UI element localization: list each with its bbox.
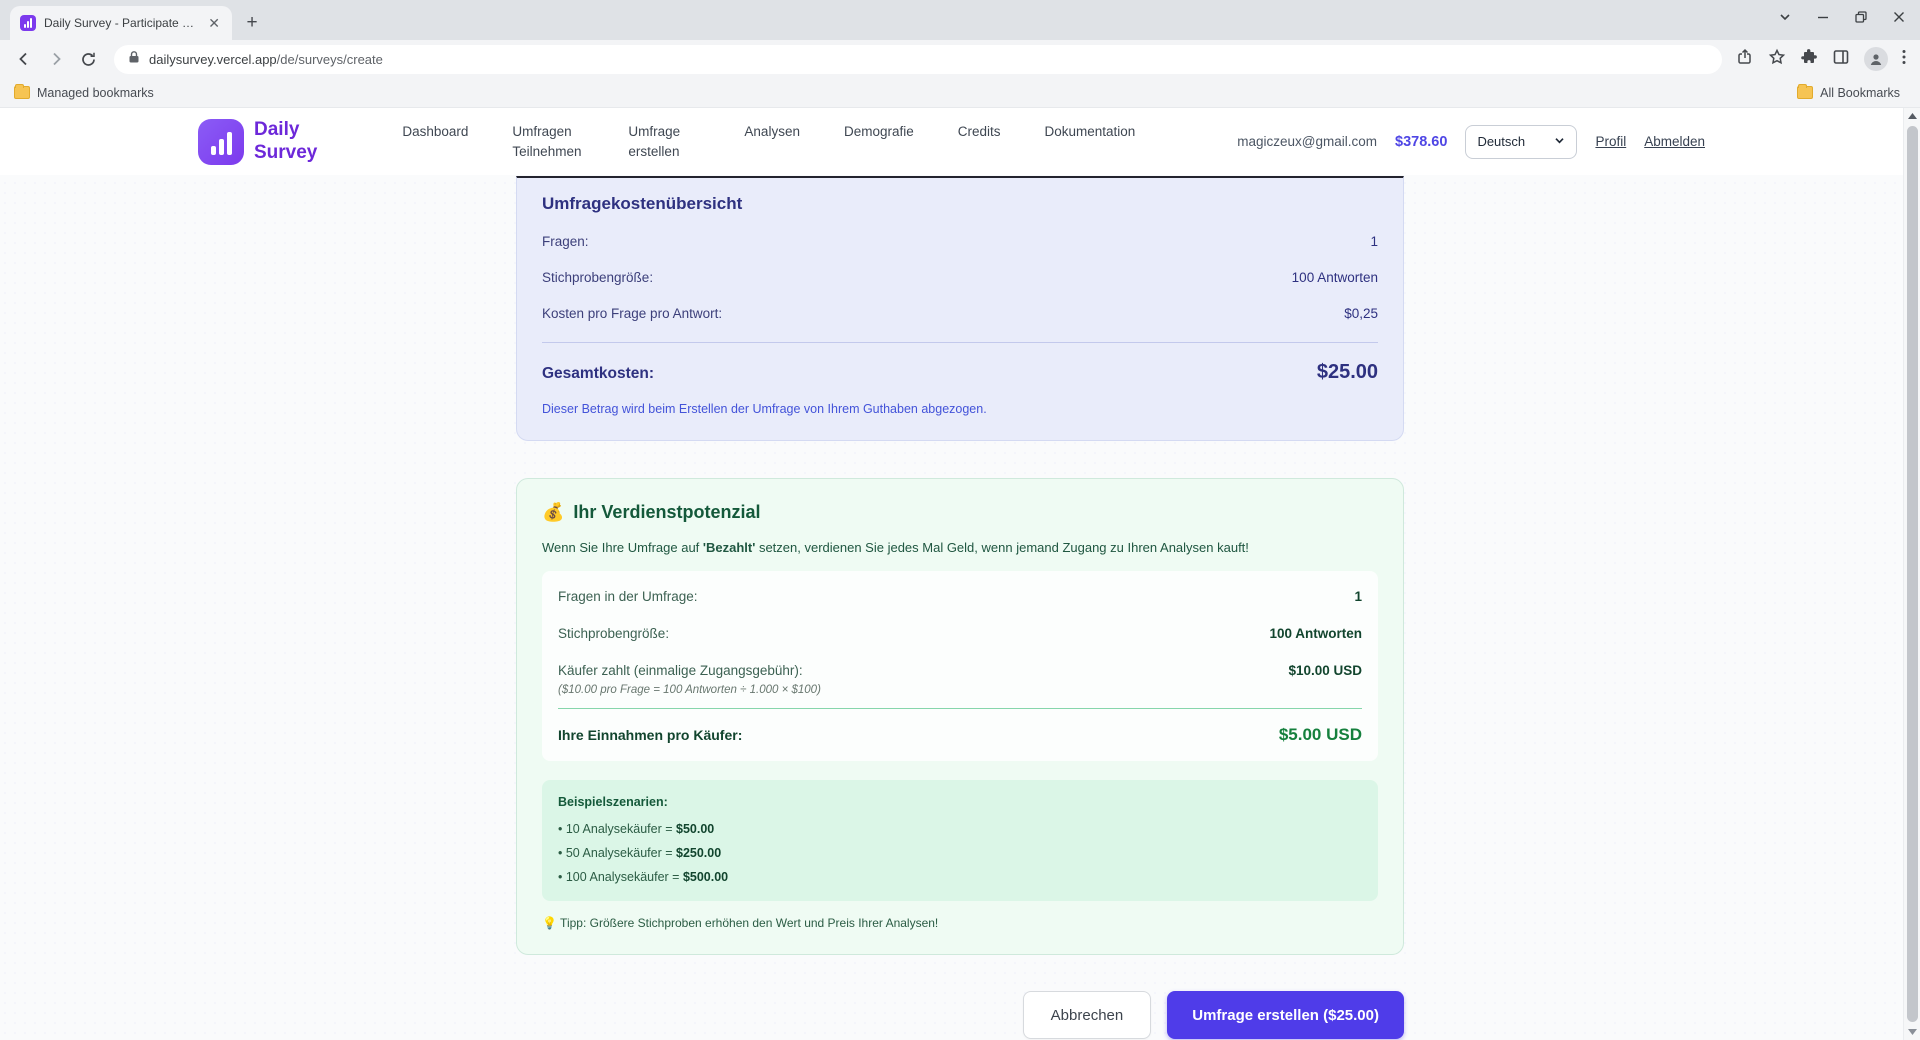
earn-row-questions: Fragen in der Umfrage: 1 — [558, 589, 1362, 604]
forward-icon[interactable] — [42, 45, 70, 73]
brand-chart-icon — [198, 119, 244, 165]
content-column: Umfragekostenübersicht Fragen: 1 Stichpr… — [516, 175, 1404, 1039]
profile-link[interactable]: Profil — [1595, 134, 1626, 149]
share-icon[interactable] — [1736, 48, 1754, 71]
cost-summary-card: Umfragekostenübersicht Fragen: 1 Stichpr… — [516, 176, 1404, 441]
page-scrollbar[interactable] — [1903, 108, 1920, 1040]
browser-tab[interactable]: Daily Survey - Participate & Earn ✕ — [10, 6, 232, 40]
total-cost-value: $25.00 — [1317, 361, 1378, 384]
cost-row-sample-size: Stichprobengröße: 100 Antworten — [542, 270, 1378, 285]
earning-breakdown-panel: Fragen in der Umfrage: 1 Stichprobengröß… — [542, 571, 1378, 761]
page-viewport: DailySurvey Dashboard Umfragen Teilnehme… — [0, 108, 1920, 1040]
divider — [558, 708, 1362, 709]
url-text: dailysurvey.vercel.app/de/surveys/create — [149, 52, 383, 67]
money-bag-icon: 💰 — [542, 502, 564, 523]
managed-bookmarks[interactable]: Managed bookmarks — [14, 86, 154, 100]
divider — [542, 342, 1378, 343]
cost-summary-title: Umfragekostenübersicht — [542, 194, 1378, 214]
back-icon[interactable] — [10, 45, 38, 73]
nav-dashboard[interactable]: Dashboard — [402, 122, 468, 142]
scroll-up-icon[interactable] — [1908, 108, 1917, 124]
example-scenarios-box: Beispielszenarien: • 10 Analysekäufer = … — [542, 780, 1378, 901]
cost-row-cost-per-answer: Kosten pro Frage pro Antwort: $0,25 — [542, 306, 1378, 321]
app-header: DailySurvey Dashboard Umfragen Teilnehme… — [0, 108, 1920, 175]
url-bar[interactable]: dailysurvey.vercel.app/de/surveys/create — [114, 45, 1722, 74]
lock-icon — [128, 50, 140, 69]
folder-icon — [1797, 86, 1813, 99]
kebab-menu-icon[interactable] — [1902, 49, 1906, 70]
total-cost-row: Gesamtkosten: $25.00 — [542, 361, 1378, 384]
nav-dokumentation[interactable]: Dokumentation — [1045, 122, 1136, 142]
scrollbar-thumb[interactable] — [1907, 126, 1918, 1022]
brand-name: DailySurvey — [254, 119, 317, 165]
scroll-down-icon[interactable] — [1908, 1024, 1917, 1040]
balance-amount[interactable]: $378.60 — [1395, 134, 1447, 150]
scenario-item: • 50 Analysekäufer = $250.00 — [558, 846, 1362, 860]
tab-close-icon[interactable]: ✕ — [204, 14, 224, 32]
browser-toolbar: dailysurvey.vercel.app/de/surveys/create — [0, 40, 1920, 78]
site-favicon-chart-icon — [20, 15, 36, 31]
folder-icon — [14, 86, 30, 99]
logout-link[interactable]: Abmelden — [1644, 134, 1705, 149]
side-panel-icon[interactable] — [1832, 48, 1850, 71]
scenario-item: • 100 Analysekäufer = $500.00 — [558, 870, 1362, 884]
user-email: magiczeux@gmail.com — [1237, 134, 1377, 149]
chevron-down-icon — [1554, 134, 1565, 149]
earn-row-buyer-pays: Käufer zahlt (einmalige Zugangsgebühr): … — [558, 663, 1362, 678]
tab-title: Daily Survey - Participate & Earn — [44, 16, 196, 30]
earning-title: 💰 Ihr Verdienstpotenzial — [542, 502, 1378, 523]
bookmark-star-icon[interactable] — [1768, 48, 1786, 71]
extensions-puzzle-icon[interactable] — [1800, 48, 1818, 71]
window-close-icon[interactable] — [1892, 10, 1906, 24]
earnings-per-buyer-row: Ihre Einnahmen pro Käufer: $5.00 USD — [558, 725, 1362, 745]
cost-note: Dieser Betrag wird beim Erstellen der Um… — [542, 402, 1378, 416]
window-restore-icon[interactable] — [1854, 10, 1868, 24]
tip-text: 💡 Tipp: Größere Stichproben erhöhen den … — [542, 916, 1378, 930]
earn-row-sample-size: Stichprobengröße: 100 Antworten — [558, 626, 1362, 641]
nav-umfragen-teilnehmen[interactable]: Umfragen Teilnehmen — [512, 122, 584, 161]
create-survey-button[interactable]: Umfrage erstellen ($25.00) — [1167, 991, 1404, 1039]
nav-analysen[interactable]: Analysen — [744, 122, 800, 142]
nav-umfrage-erstellen[interactable]: Umfrage erstellen — [628, 122, 700, 161]
bookmarks-bar: Managed bookmarks All Bookmarks — [0, 78, 1920, 108]
all-bookmarks[interactable]: All Bookmarks — [1797, 86, 1906, 100]
reload-icon[interactable] — [74, 45, 102, 73]
profile-avatar-icon[interactable] — [1864, 47, 1888, 71]
language-select[interactable]: Deutsch — [1465, 125, 1577, 159]
nav-demografie[interactable]: Demografie — [844, 122, 914, 142]
nav-credits[interactable]: Credits — [958, 122, 1001, 142]
window-minimize-icon[interactable] — [1816, 10, 1830, 24]
earning-potential-card: 💰 Ihr Verdienstpotenzial Wenn Sie Ihre U… — [516, 478, 1404, 955]
tab-search-chevron-icon[interactable] — [1778, 10, 1792, 24]
cancel-button[interactable]: Abbrechen — [1023, 991, 1152, 1039]
price-formula: ($10.00 pro Frage = 100 Antworten ÷ 1.00… — [558, 684, 1362, 696]
form-actions: Abbrechen Umfrage erstellen ($25.00) — [516, 991, 1404, 1039]
earnings-per-buyer-value: $5.00 USD — [1279, 725, 1362, 745]
main-nav: Dashboard Umfragen Teilnehmen Umfrage er… — [402, 122, 1135, 161]
new-tab-button[interactable]: + — [238, 9, 266, 37]
earning-intro: Wenn Sie Ihre Umfrage auf 'Bezahlt' setz… — [542, 540, 1378, 555]
brand[interactable]: DailySurvey — [198, 119, 317, 165]
browser-tab-strip: Daily Survey - Participate & Earn ✕ + — [0, 0, 1920, 40]
scenario-item: • 10 Analysekäufer = $50.00 — [558, 822, 1362, 836]
cost-row-questions: Fragen: 1 — [542, 234, 1378, 249]
